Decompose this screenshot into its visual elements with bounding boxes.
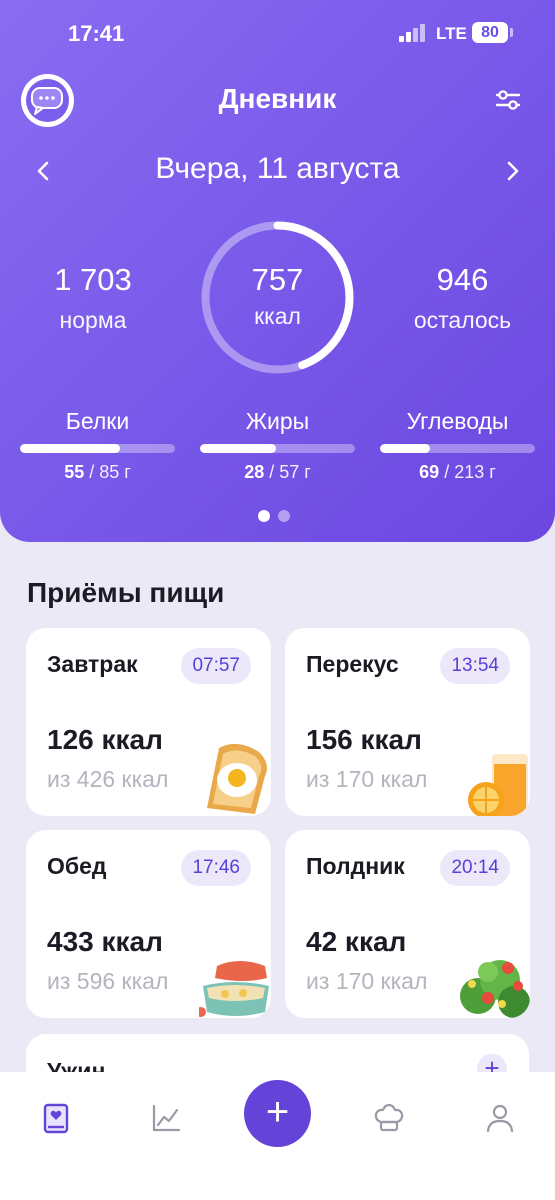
meal-target: из 596 ккал (47, 968, 169, 994)
meal-target: из 426 ккал (47, 766, 169, 792)
macro-fats: Жиры 28 / 57 г (200, 407, 355, 483)
meal-time-badge: 07:57 (181, 648, 251, 684)
page-title: Дневник (218, 83, 337, 114)
meal-time-badge: 13:54 (440, 648, 510, 684)
norm-stat: 1 703 норма (22, 262, 164, 336)
macro-value: 28 / 57 г (244, 462, 311, 482)
meal-card-snack[interactable]: Перекус 13:54 156 ккал из 170 ккал (285, 628, 530, 816)
page-indicator[interactable] (258, 509, 298, 527)
toast-egg-icon (207, 743, 267, 814)
orange-juice-icon (468, 754, 528, 816)
filter-settings-icon[interactable] (494, 86, 522, 114)
meal-target: из 170 ккал (306, 766, 428, 792)
tab-diary-icon[interactable] (38, 1100, 74, 1136)
chevron-right-icon[interactable] (498, 155, 526, 187)
network-type: LTE (436, 24, 467, 43)
salad-icon (460, 960, 530, 1018)
status-bar: 17:41 LTE 80 (0, 0, 555, 66)
macro-progress-bar (20, 444, 175, 453)
left-label: осталось (413, 307, 512, 333)
meal-time-badge: 20:14 (440, 850, 510, 886)
macro-progress-bar (200, 444, 355, 453)
eaten-stat: 757 ккал (199, 262, 356, 332)
meal-name: Полдник (306, 853, 405, 879)
page-dot-active[interactable] (258, 510, 270, 522)
macro-name: Белки (65, 408, 130, 434)
header-panel: 17:41 LTE 80 Дневник Вчера, 11 августа 1… (0, 0, 555, 542)
lunchbox-icon (199, 961, 269, 1017)
meal-card-afternoon-snack[interactable]: Полдник 20:14 42 ккал из 170 ккал (285, 830, 530, 1018)
macro-value: 69 / 213 г (419, 462, 496, 482)
meal-card-lunch[interactable]: Обед 17:46 433 ккал из 596 ккал (26, 830, 271, 1018)
bottom-tab-bar: + (0, 1072, 555, 1200)
page-dot[interactable] (278, 510, 290, 522)
macro-name: Углеводы (406, 408, 509, 434)
plus-icon: + (265, 1090, 290, 1134)
signal-icon (399, 24, 429, 42)
macro-name: Жиры (245, 408, 310, 434)
left-stat: 946 осталось (390, 262, 535, 336)
norm-label: норма (59, 307, 127, 333)
macro-progress-bar (380, 444, 535, 453)
meal-name: Перекус (306, 651, 399, 677)
add-button[interactable]: + (244, 1080, 311, 1147)
left-value: 946 (436, 262, 489, 297)
eaten-unit: ккал (254, 303, 301, 329)
section-title: Приёмы пищи (27, 577, 225, 608)
meal-target: из 170 ккал (306, 968, 428, 994)
date-label[interactable]: Вчера, 11 августа (0, 152, 555, 186)
tab-profile-icon[interactable] (482, 1100, 518, 1136)
meal-name: Завтрак (47, 651, 138, 677)
meal-name: Обед (47, 853, 107, 879)
tab-recipes-chef-hat-icon[interactable] (371, 1100, 407, 1136)
meal-time-badge: 17:46 (181, 850, 251, 886)
eaten-value: 757 (251, 262, 304, 297)
macro-value: 55 / 85 г (64, 462, 131, 482)
meal-card-breakfast[interactable]: Завтрак 07:57 126 ккал из 426 ккал (26, 628, 271, 816)
meal-kcal: 156 ккал (306, 724, 422, 755)
meal-kcal: 126 ккал (47, 724, 163, 755)
macro-proteins: Белки 55 / 85 г (20, 407, 175, 483)
meal-kcal: 42 ккал (306, 926, 407, 957)
battery-icon: 80 (472, 22, 513, 43)
status-time: 17:41 (68, 21, 125, 46)
meal-kcal: 433 ккал (47, 926, 163, 957)
macro-carbs: Углеводы 69 / 213 г (380, 407, 535, 483)
norm-value: 1 703 (54, 262, 132, 297)
tab-stats-icon[interactable] (148, 1100, 184, 1136)
